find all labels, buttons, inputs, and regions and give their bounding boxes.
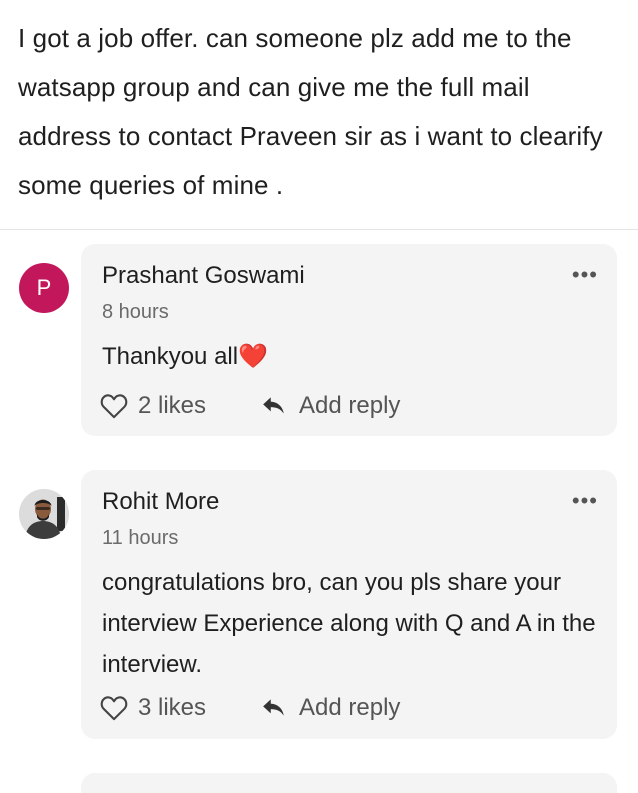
avatar[interactable]: [19, 489, 69, 539]
like-count: 3 likes: [138, 694, 207, 721]
divider: [0, 229, 638, 230]
comment-time: 11 hours: [102, 527, 179, 549]
more-options-icon[interactable]: •••: [572, 262, 598, 288]
comment-text: congratulations bro, can you pls share y…: [102, 569, 596, 678]
like-count: 2 likes: [138, 392, 207, 419]
comment-actions: 2 likes Add reply: [100, 392, 400, 420]
comment-author[interactable]: Rohit More: [102, 488, 219, 516]
avatar[interactable]: P: [19, 263, 69, 313]
add-reply-button[interactable]: Add reply: [261, 392, 400, 420]
more-options-icon[interactable]: •••: [572, 488, 598, 514]
reply-icon: [263, 699, 284, 716]
comment-time: 8 hours: [102, 301, 169, 323]
add-reply-label: Add reply: [299, 694, 401, 721]
comment-author[interactable]: Prashant Goswami: [102, 262, 305, 290]
reply-icon: [263, 397, 284, 414]
add-reply-button[interactable]: Add reply: [261, 694, 400, 722]
next-comment-card: [81, 773, 617, 793]
comment-card: Rohit More 11 hours ••• congratulations …: [81, 470, 617, 739]
comment-card: Prashant Goswami 8 hours ••• Thankyou al…: [81, 244, 617, 436]
post-body: I got a job offer. can someone plz add m…: [18, 23, 603, 200]
like-button[interactable]: 2 likes: [100, 392, 206, 420]
comment-actions: 3 likes Add reply: [100, 694, 400, 722]
like-button[interactable]: 3 likes: [100, 694, 206, 722]
avatar-letter: P: [36, 275, 52, 300]
user-photo-avatar-icon: [19, 489, 69, 539]
add-reply-label: Add reply: [299, 392, 401, 419]
heart-icon: [100, 696, 128, 721]
comment-text: Thankyou all❤️: [102, 343, 268, 370]
heart-icon: [100, 394, 128, 419]
